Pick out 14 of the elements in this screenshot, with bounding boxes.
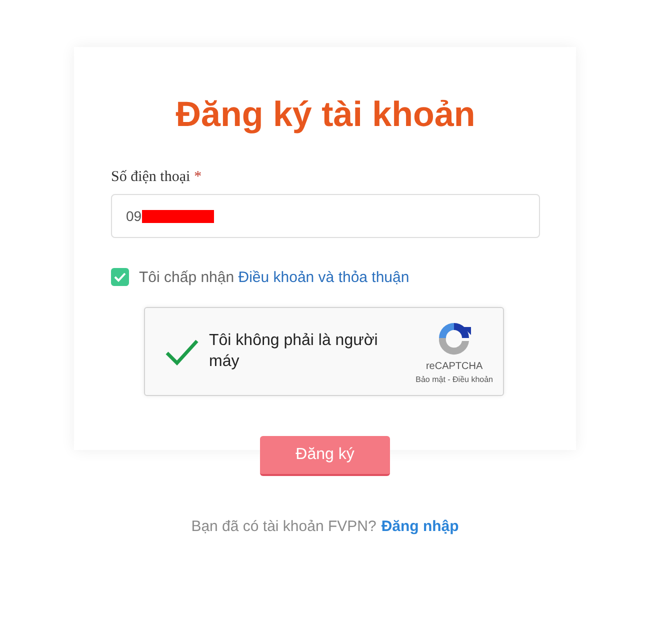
captcha-label: Tôi không phải là người máy bbox=[209, 330, 379, 372]
check-icon[interactable] bbox=[165, 338, 199, 366]
captcha-footer-links[interactable]: Bảo mật - Điều khoản bbox=[416, 375, 493, 384]
terms-link[interactable]: Điều khoản và thỏa thuận bbox=[238, 268, 410, 286]
terms-checkbox[interactable] bbox=[111, 268, 129, 286]
login-prompt-text: Bạn đã có tài khoản FVPN? bbox=[191, 518, 376, 535]
login-link[interactable]: Đăng nhập bbox=[381, 518, 459, 535]
page-title: Đăng ký tài khoản bbox=[174, 95, 476, 135]
field-label: Số điện thoại bbox=[111, 169, 190, 186]
register-button[interactable]: Đăng ký bbox=[260, 436, 390, 476]
required-mark: * bbox=[194, 169, 202, 186]
captcha-brand: reCAPTCHA bbox=[426, 361, 483, 372]
terms-text: Tôi chấp nhận Điều khoản và thỏa thuận bbox=[139, 268, 410, 286]
phone-input-field[interactable]: 09 bbox=[111, 194, 540, 238]
